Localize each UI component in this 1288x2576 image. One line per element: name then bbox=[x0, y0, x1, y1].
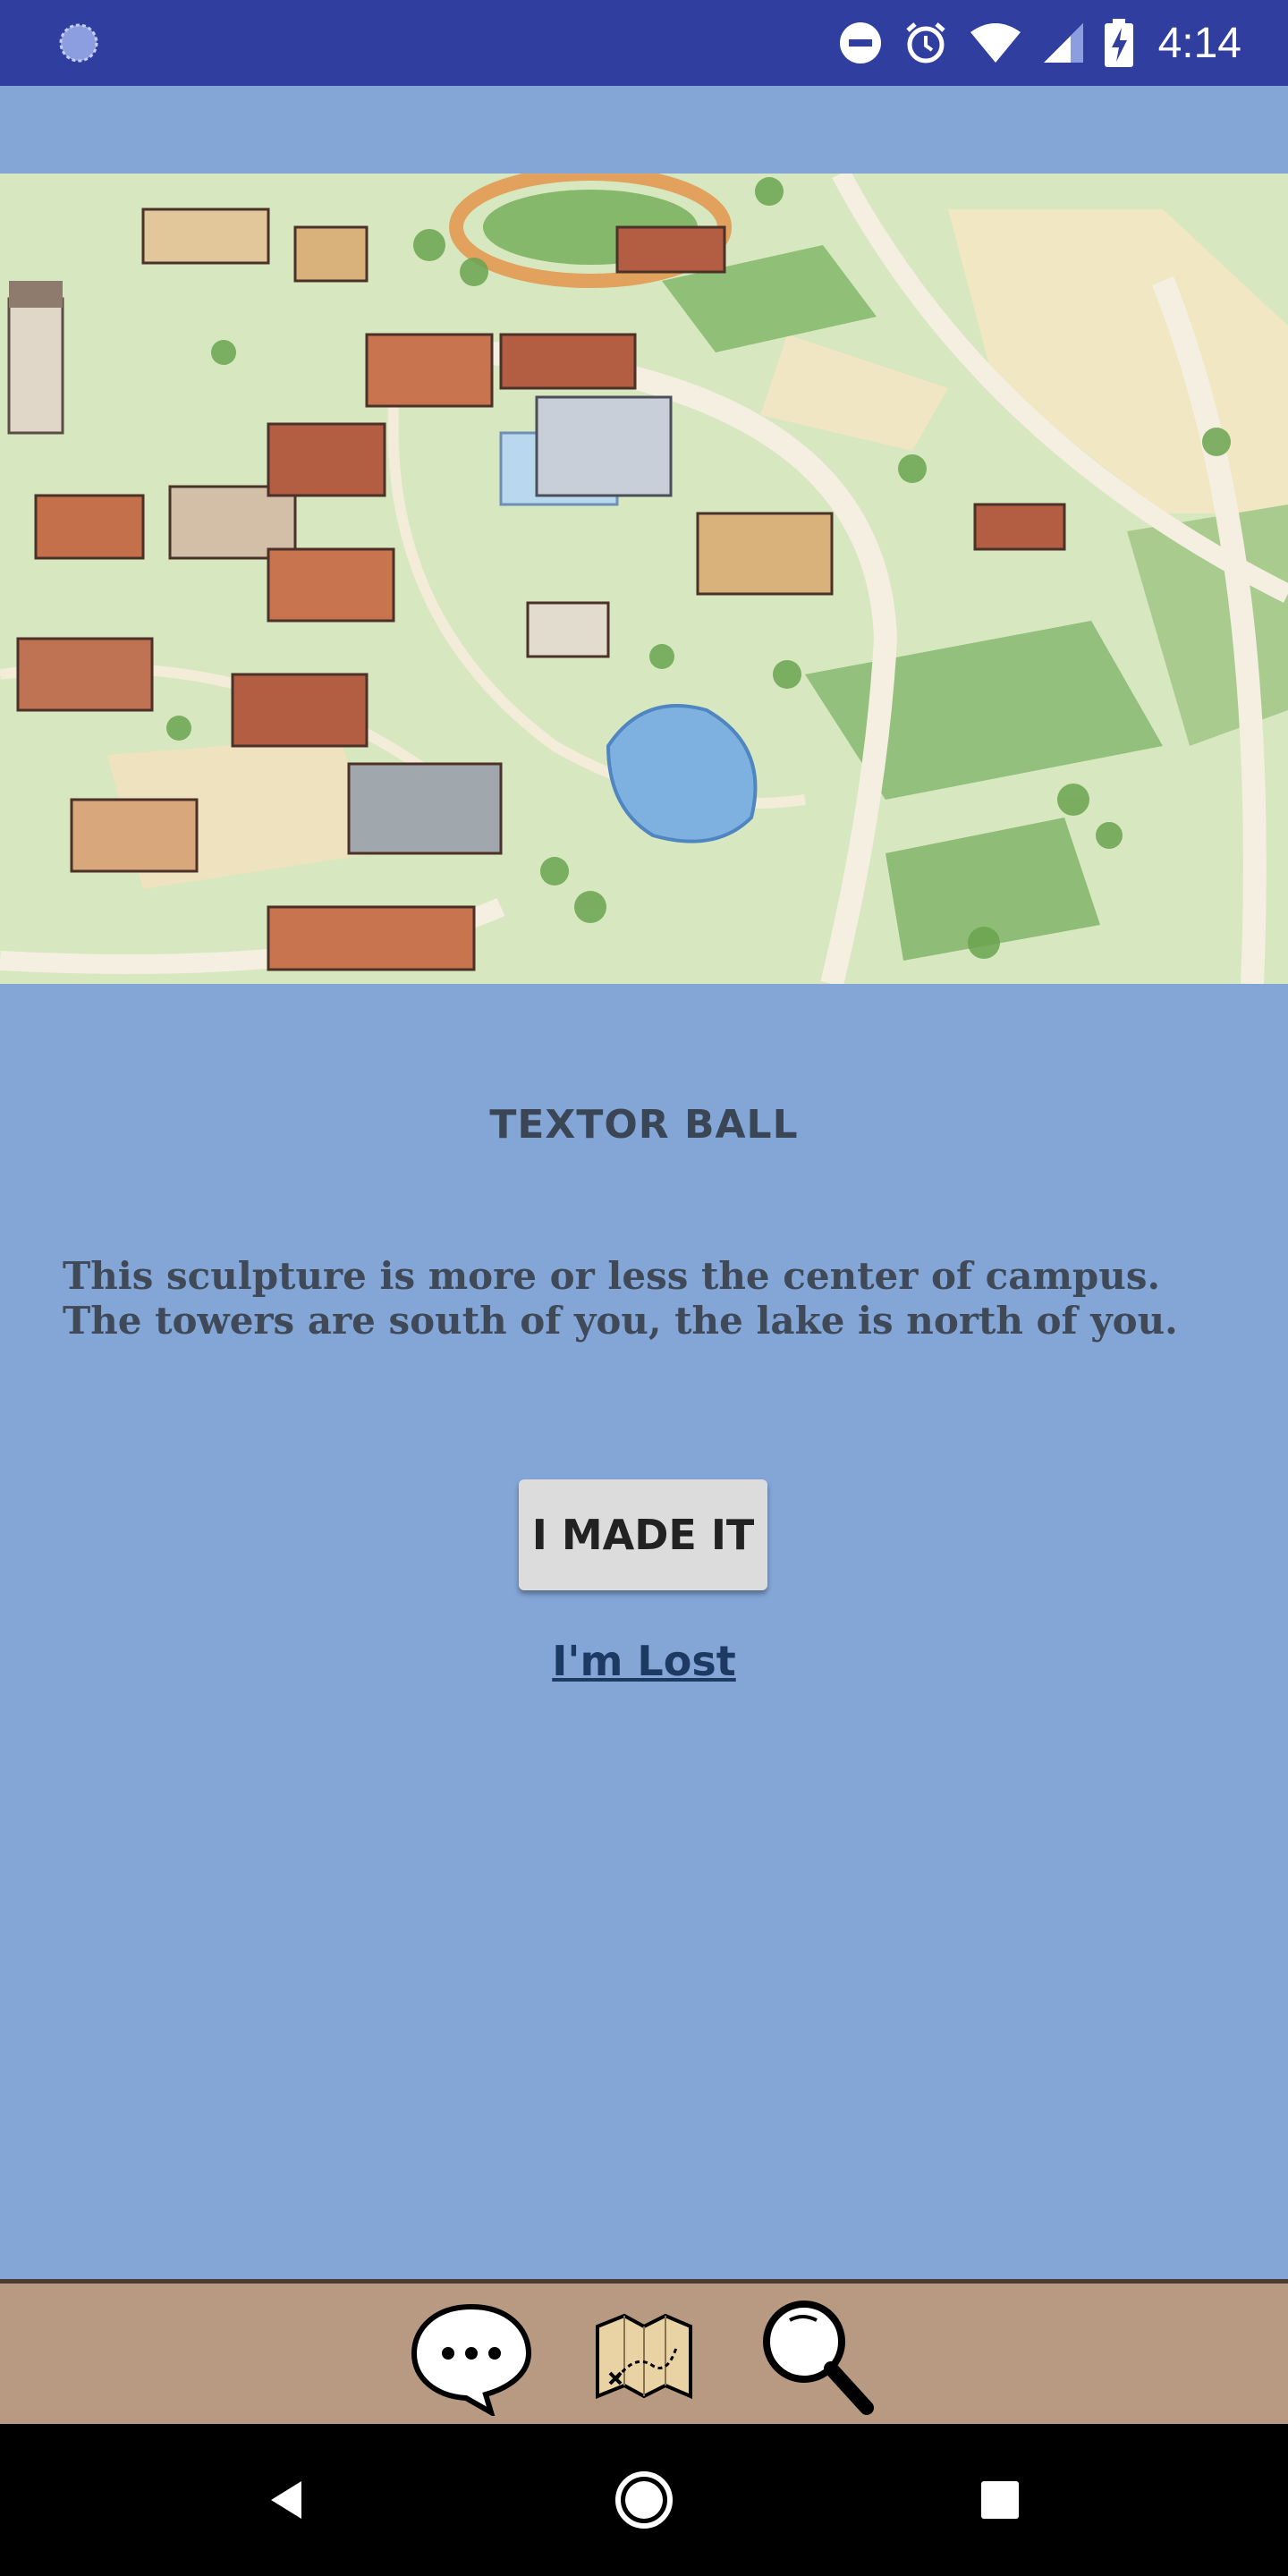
recents-icon bbox=[981, 2481, 1019, 2519]
chat-icon bbox=[411, 2303, 532, 2416]
battery-charging-icon bbox=[1104, 19, 1133, 67]
search-button[interactable] bbox=[750, 2292, 884, 2422]
home-icon bbox=[615, 2471, 673, 2529]
recents-button[interactable] bbox=[964, 2464, 1036, 2536]
treasure-map-icon bbox=[596, 2313, 692, 2399]
status-bar: 4:14 bbox=[0, 0, 1288, 86]
do-not-disturb-icon bbox=[839, 22, 881, 64]
sync-icon bbox=[59, 23, 98, 63]
home-button[interactable] bbox=[608, 2464, 680, 2536]
signal-icon bbox=[1043, 23, 1083, 63]
bottom-nav-bar bbox=[0, 2279, 1288, 2424]
location-title: TEXTOR BALL bbox=[489, 1102, 799, 1148]
chat-button[interactable] bbox=[404, 2292, 538, 2422]
wifi-icon bbox=[970, 23, 1021, 63]
i-made-it-button[interactable]: I MADE IT bbox=[519, 1479, 767, 1590]
back-button[interactable] bbox=[250, 2464, 322, 2536]
system-navigation-bar bbox=[0, 2424, 1288, 2576]
location-description: This sculpture is more or less the cente… bbox=[63, 1254, 1178, 1343]
map-button[interactable] bbox=[577, 2292, 711, 2422]
header-band bbox=[0, 86, 1288, 174]
campus-map-image bbox=[0, 174, 1288, 984]
alarm-icon bbox=[905, 22, 945, 64]
back-icon bbox=[271, 2481, 301, 2519]
im-lost-link[interactable]: I'm Lost bbox=[0, 1637, 1288, 1685]
clock: 4:14 bbox=[1157, 19, 1241, 67]
magnifier-icon bbox=[763, 2300, 874, 2415]
